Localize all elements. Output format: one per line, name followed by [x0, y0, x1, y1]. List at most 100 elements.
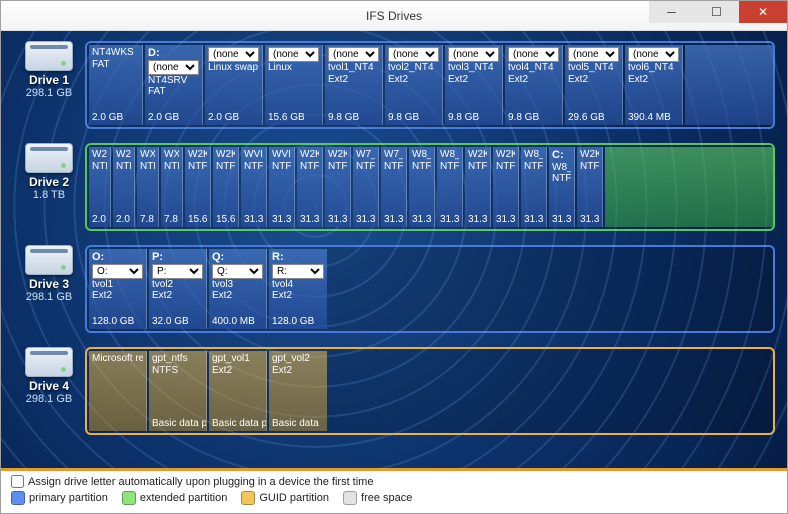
partition[interactable]: gpt_vol2Ext2Basic data: [269, 351, 327, 431]
swatch-guid: [241, 491, 255, 505]
partition-size: Basic data: [272, 418, 324, 430]
partition-fs: Ext2: [212, 365, 263, 377]
window-controls: ─ ☐ ✕: [649, 1, 787, 23]
drive-letter-select[interactable]: (none: [388, 47, 439, 62]
partition-fs: Ext2: [272, 365, 324, 377]
partition-bar: Microsoft regpt_ntfsNTFSBasic data pgpt_…: [85, 347, 775, 435]
partition-name: W2K: [216, 149, 235, 161]
partition[interactable]: Microsoft re: [89, 351, 147, 431]
partition[interactable]: O:O:tvol1Ext2128.0 GB: [89, 249, 147, 329]
partition[interactable]: W2KNTF31.3: [493, 147, 519, 227]
partition-name: W8_: [552, 162, 571, 174]
partition[interactable]: gpt_ntfsNTFSBasic data p: [149, 351, 207, 431]
partition[interactable]: W2KNTF2.0: [113, 147, 135, 227]
drive-letter-select[interactable]: R:: [272, 264, 324, 279]
partition[interactable]: (nonetvol1_NT4Ext29.8 GB: [325, 45, 383, 125]
drive-letter-select[interactable]: (none: [208, 47, 259, 62]
minimize-button[interactable]: ─: [649, 1, 694, 23]
drive-letter-select[interactable]: (none: [508, 47, 559, 62]
partition-size: 128.0 GB: [272, 316, 324, 328]
partition-fs: Ext2: [92, 290, 143, 302]
partition-size: 2.0 GB: [92, 112, 139, 124]
partition[interactable]: W2KNTF15.6: [213, 147, 239, 227]
partition[interactable]: WXINTF7.8: [137, 147, 159, 227]
partition-size: 2.0: [116, 214, 131, 226]
partition[interactable]: [605, 147, 775, 227]
partition-fs: NTF: [188, 161, 207, 173]
partition-size: Basic data p: [212, 418, 263, 430]
drive-row: Drive 3298.1 GBO:O:tvol1Ext2128.0 GBP:P:…: [13, 245, 775, 333]
partition-name: W8_: [440, 149, 459, 161]
auto-assign-checkbox[interactable]: [11, 475, 24, 488]
partition[interactable]: W2KNTF31.3: [297, 147, 323, 227]
partition[interactable]: Q:Q:tvol3Ext2400.0 MB: [209, 249, 267, 329]
drive-row: Drive 4298.1 GBMicrosoft regpt_ntfsNTFSB…: [13, 347, 775, 435]
partition[interactable]: WXINTF7.8: [161, 147, 183, 227]
partition[interactable]: (nonetvol2_NT4Ext29.8 GB: [385, 45, 443, 125]
partition[interactable]: W8_NTF31.3: [409, 147, 435, 227]
partition[interactable]: W2KNTF15.6: [185, 147, 211, 227]
partition[interactable]: W2KNTF2.0: [89, 147, 111, 227]
partition-fs: NTF: [496, 161, 515, 173]
partition[interactable]: WVINTF31.3: [269, 147, 295, 227]
partition-fs: NTF: [580, 161, 599, 173]
partition-size: 15.6 GB: [268, 112, 319, 124]
close-button[interactable]: ✕: [739, 1, 787, 23]
partition[interactable]: W7_NTF31.3: [353, 147, 379, 227]
drive-size: 1.8 TB: [33, 189, 65, 201]
partition[interactable]: W2KNTF31.3: [325, 147, 351, 227]
app-window: IFS Drives ─ ☐ ✕ Drive 1298.1 GBNT4WKSFA…: [0, 0, 788, 514]
partition[interactable]: W8_NTF31.3: [521, 147, 547, 227]
partition[interactable]: D:(noneNT4SRVFAT2.0 GB: [145, 45, 203, 125]
partition-size: 31.3: [300, 214, 319, 226]
auto-assign-row[interactable]: Assign drive letter automatically upon p…: [11, 475, 777, 488]
partition-name: W8_: [524, 149, 543, 161]
drive-letter-select[interactable]: (none: [628, 47, 679, 62]
partition-size: 31.3: [356, 214, 375, 226]
partition-name: W2K: [92, 149, 107, 161]
partition[interactable]: C:W8_NTF31.3: [549, 147, 575, 227]
partition-name: tvol5_NT4: [568, 62, 619, 74]
maximize-button[interactable]: ☐: [694, 1, 739, 23]
drive-letter-select[interactable]: (none: [568, 47, 619, 62]
partition-size: 31.3: [580, 214, 599, 226]
partition-size: 31.3: [468, 214, 487, 226]
partition[interactable]: (noneLinux15.6 GB: [265, 45, 323, 125]
partition[interactable]: (nonetvol6_NT4Ext2390.4 MB: [625, 45, 683, 125]
partition[interactable]: W2KNTF31.3: [465, 147, 491, 227]
partition-name: Microsoft re: [92, 353, 143, 365]
partition[interactable]: (nonetvol4_NT4Ext29.8 GB: [505, 45, 563, 125]
partition-name: gpt_vol1: [212, 353, 263, 365]
drive-letter-select[interactable]: (none: [268, 47, 319, 62]
partition[interactable]: [685, 45, 775, 125]
partition[interactable]: gpt_vol1Ext2 Basic data p: [209, 351, 267, 431]
drive-letter-select[interactable]: Q:: [212, 264, 263, 279]
drive-letter-select[interactable]: (none: [148, 60, 199, 75]
legend-primary: primary partition: [11, 491, 108, 505]
partition-name: W2K: [116, 149, 131, 161]
partition[interactable]: WVINTF31.3: [241, 147, 267, 227]
partition-fs: NTF: [384, 161, 403, 173]
partition[interactable]: NT4WKSFAT2.0 GB: [89, 45, 143, 125]
partition[interactable]: P:P:tvol2Ext232.0 GB: [149, 249, 207, 329]
partition-name: tvol4: [272, 279, 324, 291]
partition[interactable]: W2KNTF31.3: [577, 147, 603, 227]
drive-letter-select[interactable]: O:: [92, 264, 143, 279]
partition[interactable]: (nonetvol5_NT4Ext229.6 GB: [565, 45, 623, 125]
drive-letter-select[interactable]: (none: [448, 47, 499, 62]
partition[interactable]: W7_NTF31.3: [381, 147, 407, 227]
partition-name: gpt_ntfs: [152, 353, 203, 365]
partition[interactable]: W8_NTF31.3: [437, 147, 463, 227]
drive-letter-select[interactable]: P:: [152, 264, 203, 279]
partition-fs: NTF: [92, 161, 107, 173]
drive-letter-select[interactable]: (none: [328, 47, 379, 62]
partition[interactable]: (nonetvol3_NT4Ext29.8 GB: [445, 45, 503, 125]
drive-icon: [25, 143, 73, 173]
partition[interactable]: (noneLinux swap2.0 GB: [205, 45, 263, 125]
partition-size: 31.3: [384, 214, 403, 226]
partition-fs: NTF: [552, 173, 571, 185]
partition-name: W7_: [356, 149, 375, 161]
partition-size: 31.3: [496, 214, 515, 226]
partition[interactable]: R:R:tvol4Ext2128.0 GB: [269, 249, 327, 329]
partition-fs: NTF: [244, 161, 263, 173]
